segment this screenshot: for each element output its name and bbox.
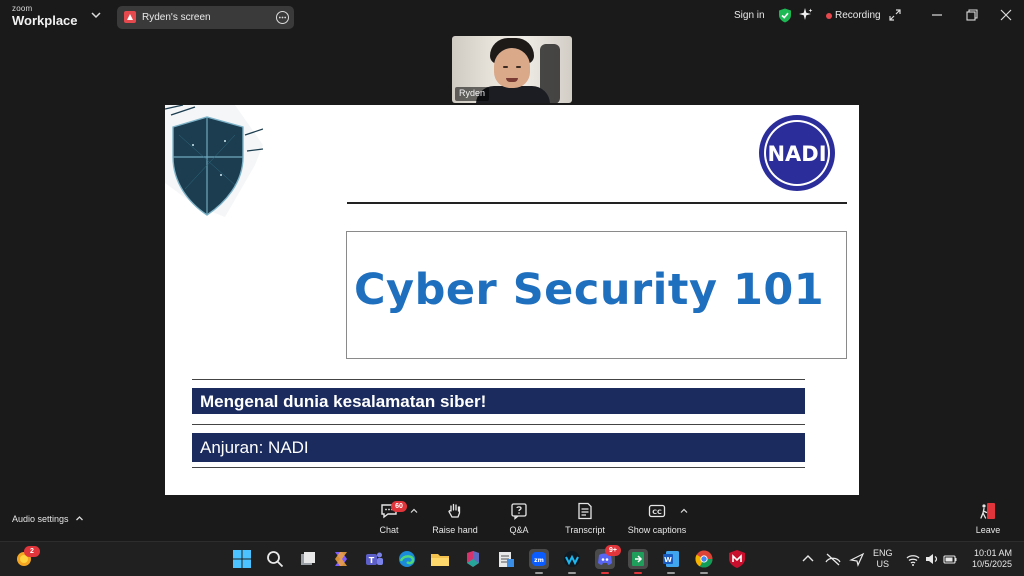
file-explorer-icon[interactable]	[430, 549, 450, 569]
shared-screen-slide: NADI Cyber Security 101 Mengenal dunia k…	[165, 105, 859, 495]
ai-companion-icon[interactable]	[799, 8, 813, 22]
task-view-icon[interactable]	[298, 549, 318, 569]
cyber-shield-graphic	[165, 105, 263, 217]
divider	[192, 424, 805, 425]
wifi-icon[interactable]	[906, 549, 920, 569]
share-label: Ryden's screen	[142, 12, 211, 23]
word-running-indicator	[667, 572, 675, 574]
participant-name: Ryden	[455, 87, 490, 101]
language-indicator[interactable]: ENG US	[873, 548, 893, 570]
windows-taskbar: 2 T zm 9+ W ENG US 10:01 AM 10/5/2025	[0, 541, 1024, 576]
send-icon[interactable]	[849, 549, 865, 569]
slide-title: Cyber Security 101	[354, 265, 825, 315]
raise-hand-icon	[448, 503, 461, 518]
qa-button[interactable]: Q&A	[500, 496, 538, 541]
brand-line2: Workplace	[12, 13, 78, 28]
leave-door-icon	[980, 503, 995, 519]
show-captions-button[interactable]: CC Show captions	[625, 496, 689, 541]
audio-settings-button[interactable]: Audio settings	[12, 514, 69, 524]
recording-dot-icon	[826, 13, 832, 19]
weather-notification-badge: 2	[24, 546, 40, 557]
battery-icon[interactable]	[943, 549, 957, 569]
chrome-icon[interactable]	[694, 549, 714, 569]
slide-byline: Anjuran: NADI	[200, 438, 309, 457]
chevron-up-icon[interactable]	[75, 514, 84, 523]
show-captions-label: Show captions	[627, 525, 687, 535]
svg-text:T: T	[369, 556, 375, 565]
divider	[192, 467, 805, 468]
chevron-up-icon[interactable]	[410, 507, 418, 515]
raise-hand-button[interactable]: Raise hand	[430, 496, 480, 541]
teams-icon[interactable]: T	[364, 549, 384, 569]
svg-text:zm: zm	[534, 557, 544, 564]
restore-icon[interactable]	[966, 9, 978, 21]
word-icon[interactable]: W	[661, 549, 681, 569]
participant-video-tile[interactable]: Ryden	[452, 36, 572, 103]
chat-unread-badge: 60	[391, 501, 407, 512]
zoom-workplace-logo[interactable]: zoom Workplace	[12, 4, 78, 28]
divider	[347, 202, 847, 204]
mcafee-icon[interactable]	[727, 549, 747, 569]
divider	[192, 379, 805, 380]
slide-subtitle: Mengenal dunia kesalamatan siber!	[200, 392, 487, 411]
byline-band: Anjuran: NADI	[192, 433, 805, 462]
meeting-controls: Audio settings Chat 60 Raise hand Q&A Tr…	[0, 496, 1024, 541]
zoom-running-indicator	[535, 572, 543, 574]
fullscreen-icon[interactable]	[889, 9, 901, 21]
recording-label[interactable]: Recording	[835, 10, 881, 21]
chevron-up-icon[interactable]	[800, 549, 816, 569]
green-app-icon[interactable]	[628, 549, 648, 569]
close-icon[interactable]	[1000, 9, 1012, 21]
m365-icon[interactable]	[463, 549, 483, 569]
discord-running-indicator	[601, 572, 609, 574]
system-clock[interactable]: 10:01 AM 10/5/2025	[960, 548, 1012, 570]
chevron-up-icon[interactable]	[680, 507, 688, 515]
more-options-icon[interactable]	[276, 11, 289, 24]
minimize-icon[interactable]	[931, 9, 943, 21]
sign-in-link[interactable]: Sign in	[734, 10, 765, 21]
notepad-icon[interactable]	[496, 549, 516, 569]
svg-text:CC: CC	[652, 508, 662, 516]
question-icon	[511, 503, 527, 520]
copilot-icon[interactable]	[331, 549, 351, 569]
chrome-running-indicator	[700, 572, 708, 574]
region-code: US	[876, 559, 890, 569]
clock-date: 10/5/2025	[971, 559, 1012, 569]
participant-face	[494, 48, 530, 88]
subtitle-band: Mengenal dunia kesalamatan siber!	[192, 388, 805, 414]
participant-eye-right	[516, 66, 521, 68]
nadi-logo: NADI	[759, 115, 835, 191]
webex-running-indicator	[568, 572, 576, 574]
leave-label: Leave	[975, 525, 1001, 535]
edge-icon[interactable]	[397, 549, 417, 569]
windows-start-icon[interactable]	[232, 549, 252, 569]
chevron-down-icon[interactable]	[90, 9, 102, 21]
transcript-label: Transcript	[565, 525, 605, 535]
closed-captions-icon: CC	[648, 504, 666, 518]
clock-time: 10:01 AM	[973, 548, 1012, 558]
zoom-app-icon[interactable]: zm	[529, 549, 549, 569]
discord-notification-badge: 9+	[605, 545, 621, 556]
network-off-icon[interactable]	[825, 549, 841, 569]
brand-line1: zoom	[12, 4, 33, 13]
participant-eye-left	[503, 66, 508, 68]
language-code: ENG	[873, 548, 893, 558]
title-bar: zoom Workplace Ryden's screen Sign in Re…	[0, 0, 1024, 33]
green-app-running-indicator	[634, 572, 642, 574]
leave-button[interactable]: Leave	[970, 496, 1006, 541]
transcript-button[interactable]: Transcript	[560, 496, 610, 541]
screen-share-indicator[interactable]: Ryden's screen	[117, 6, 294, 29]
security-shield-icon[interactable]	[778, 8, 792, 23]
share-screen-icon	[124, 11, 136, 23]
chat-label: Chat	[379, 525, 399, 535]
svg-text:W: W	[664, 556, 672, 564]
logo-text: NADI	[767, 142, 826, 166]
search-icon[interactable]	[265, 549, 285, 569]
raise-hand-label: Raise hand	[432, 525, 478, 535]
transcript-icon	[578, 502, 592, 520]
webex-icon[interactable]	[562, 549, 582, 569]
qa-label: Q&A	[509, 525, 529, 535]
volume-icon[interactable]	[925, 549, 939, 569]
